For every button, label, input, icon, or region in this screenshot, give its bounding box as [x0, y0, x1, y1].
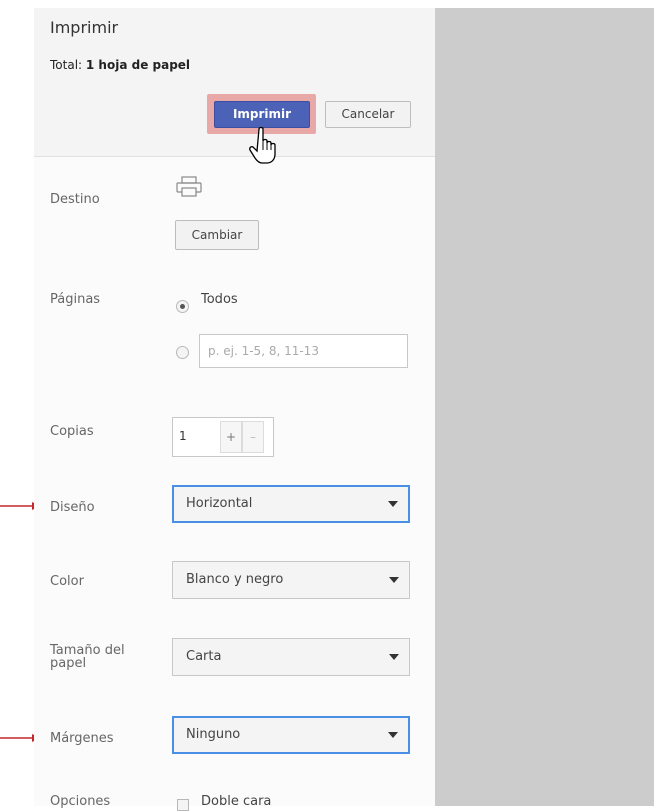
- margins-select-value: Ninguno: [186, 727, 241, 742]
- layout-select[interactable]: Horizontal: [172, 485, 410, 523]
- hand-cursor-icon: [249, 126, 276, 164]
- paper-size-select-value: Carta: [186, 649, 222, 664]
- color-label: Color: [50, 574, 84, 589]
- duplex-label: Doble cara: [201, 794, 272, 809]
- color-select[interactable]: Blanco y negro: [172, 561, 410, 599]
- printer-icon: [176, 176, 202, 197]
- cancel-button[interactable]: Cancelar: [325, 101, 411, 128]
- print-preview-area: [435, 8, 654, 806]
- total-sheets: Total: 1 hoja de papel: [50, 58, 190, 72]
- layout-label: Diseño: [50, 500, 95, 515]
- pages-range-radio[interactable]: [176, 346, 189, 359]
- page-title: Imprimir: [50, 18, 119, 37]
- total-label: Total:: [50, 58, 83, 72]
- copies-value[interactable]: 1: [179, 429, 187, 443]
- copies-stepper[interactable]: 1 + –: [172, 417, 274, 457]
- paper-size-select[interactable]: Carta: [172, 638, 410, 676]
- duplex-checkbox[interactable]: [177, 799, 189, 811]
- margins-select[interactable]: Ninguno: [172, 716, 410, 754]
- chevron-down-icon: [389, 577, 399, 583]
- pages-label: Páginas: [50, 292, 101, 307]
- paper-size-label: Tamaño del papel: [50, 644, 125, 670]
- pages-range-input[interactable]: p. ej. 1-5, 8, 11-13: [199, 334, 408, 368]
- copies-increment-button[interactable]: +: [220, 421, 242, 453]
- total-value: 1 hoja de papel: [85, 58, 191, 72]
- copies-label: Copias: [50, 424, 94, 439]
- chevron-down-icon: [388, 501, 398, 507]
- print-button[interactable]: Imprimir: [214, 101, 310, 128]
- pages-all-radio[interactable]: [176, 300, 189, 313]
- options-label: Opciones: [50, 794, 111, 809]
- chevron-down-icon: [389, 654, 399, 660]
- print-header: Imprimir Total: 1 hoja de papel Imprimir…: [34, 8, 435, 164]
- chevron-down-icon: [388, 732, 398, 738]
- layout-select-value: Horizontal: [186, 496, 253, 511]
- print-settings-panel: Imprimir Total: 1 hoja de papel Imprimir…: [34, 8, 435, 811]
- copies-decrement-button[interactable]: –: [242, 421, 264, 453]
- paper-size-label-line2: papel: [50, 656, 87, 671]
- pages-all-label: Todos: [201, 292, 238, 307]
- color-select-value: Blanco y negro: [186, 572, 284, 587]
- margins-label: Márgenes: [50, 731, 114, 746]
- destination-label: Destino: [50, 192, 100, 207]
- change-destination-button[interactable]: Cambiar: [175, 220, 259, 250]
